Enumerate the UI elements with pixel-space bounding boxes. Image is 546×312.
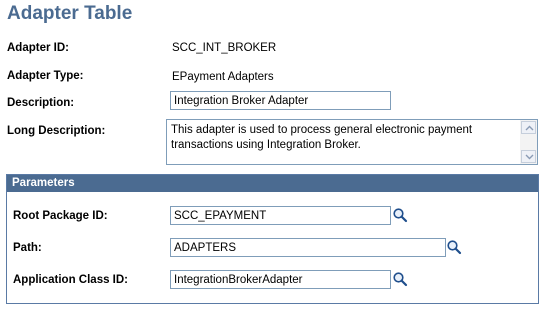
adapter-id-label: Adapter ID:	[7, 42, 69, 54]
root-package-label: Root Package ID:	[13, 210, 108, 222]
scroll-up-button[interactable]	[521, 121, 536, 134]
app-class-label: Application Class ID:	[13, 274, 129, 286]
path-input[interactable]	[170, 238, 446, 257]
long-description-text[interactable]: This adapter is used to process general …	[171, 123, 515, 153]
adapter-id-value: SCC_INT_BROKER	[172, 42, 277, 54]
app-class-lookup-icon[interactable]	[392, 271, 408, 287]
long-description-scrollbar[interactable]	[520, 120, 537, 164]
adapter-type-value: EPayment Adapters	[172, 71, 274, 83]
long-description-label: Long Description:	[7, 125, 106, 137]
parameters-header: Parameters	[7, 175, 538, 192]
page-title: Adapter Table	[7, 3, 133, 24]
adapter-type-label: Adapter Type:	[7, 70, 84, 82]
description-label: Description:	[7, 97, 75, 109]
scroll-down-button[interactable]	[521, 150, 536, 163]
long-description-textarea[interactable]: This adapter is used to process general …	[166, 119, 538, 165]
description-input[interactable]	[170, 91, 391, 110]
path-lookup-icon[interactable]	[446, 239, 462, 255]
root-package-input[interactable]	[170, 206, 391, 225]
root-package-lookup-icon[interactable]	[392, 207, 408, 223]
app-class-input[interactable]	[170, 270, 391, 289]
path-label: Path:	[13, 242, 42, 254]
